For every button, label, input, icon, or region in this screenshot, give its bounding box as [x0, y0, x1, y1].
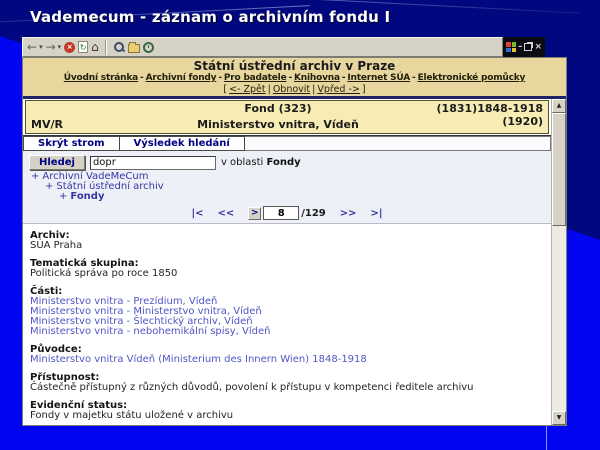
windows-logo-icon	[506, 42, 516, 52]
nav-link-internet-sua[interactable]: Internet SÚA	[347, 73, 410, 83]
web-page: Státní ústřední archiv v Praze Úvodní st…	[22, 57, 567, 426]
fond-dates: (1831)1848-1918 (1920)	[436, 102, 543, 128]
pager-prev[interactable]: <<	[217, 208, 234, 219]
section-tematicka-skupina: Tematická skupina: Politická správa po r…	[30, 258, 178, 279]
site-nav: Úvodní stránka - Archivní fondy - Pro badate…	[63, 73, 526, 83]
nav-link-uvodni-stranka[interactable]: Úvodní stránka	[64, 73, 138, 83]
tab-bar-filler	[244, 136, 551, 151]
pager-next[interactable]: >>	[340, 208, 357, 219]
search-scope-label: v oblasti Fondy	[220, 157, 301, 168]
tree-expand-icon[interactable]: +	[31, 171, 39, 182]
vertical-scrollbar[interactable]: ▲ ▼	[551, 99, 566, 425]
presentation-slide: Vademecum - záznam o archivním fondu I ←…	[0, 0, 600, 450]
back-icon[interactable]: ←	[27, 41, 37, 53]
tree-item-archiv[interactable]: + Státní ústřední archiv	[31, 182, 551, 192]
pagination: |< << > /129 >> >|	[23, 206, 551, 220]
window-controls-strip: – ×	[503, 37, 545, 57]
forward-dropdown-icon[interactable]: ▾	[58, 43, 62, 51]
site-header: Státní ústřední archiv v Praze Úvodní st…	[23, 58, 566, 96]
forward-link[interactable]: Vpřed ->	[317, 84, 360, 95]
refresh-icon[interactable]: ↻	[78, 41, 89, 53]
restore-button[interactable]	[524, 43, 533, 51]
nav-link-pro-badatele[interactable]: Pro badatele	[224, 73, 287, 83]
home-icon[interactable]: ⌂	[91, 41, 99, 53]
scrollbar-thumb[interactable]	[552, 113, 566, 226]
search-button[interactable]: Hledej	[29, 155, 85, 170]
site-title: Státní ústřední archiv v Praze	[193, 59, 396, 73]
scrollbar-track[interactable]	[552, 113, 566, 411]
browser-chrome: ← ▾ → ▾ × ↻ ⌂ – ×	[22, 37, 567, 57]
fond-code: MV/R	[31, 118, 63, 131]
tab-search-results[interactable]: Výsledek hledání	[119, 136, 245, 151]
history-nav: [<- Zpět | Obnovit | Vpřed ->]	[223, 84, 366, 95]
slide-title: Vademecum - záznam o archivním fondu I	[30, 8, 391, 26]
tree-expand-icon[interactable]: +	[59, 191, 67, 202]
pager-first[interactable]: |<	[191, 208, 203, 219]
toolbar-divider	[104, 39, 107, 55]
search-row: Hledej v oblasti Fondy	[23, 154, 551, 172]
record-detail: Archiv: SÚA Praha Tematická skupina: Pol…	[23, 224, 551, 425]
scroll-down-icon[interactable]: ▼	[552, 411, 566, 425]
search-icon[interactable]	[113, 41, 125, 53]
section-pristupnost: Přístupnost: Částečně přístupný z různýc…	[30, 372, 474, 393]
tab-bar: Skrýt strom Výsledek hledání	[23, 135, 551, 152]
casti-link[interactable]: Ministerstvo vnitra - nebohemikální spis…	[30, 327, 543, 337]
pager-last[interactable]: >|	[371, 208, 383, 219]
pager-go-button[interactable]: >	[248, 206, 262, 220]
section-casti: Části: Ministerstvo vnitra - Prezídium, …	[30, 287, 543, 337]
section-puvodce: Původce: Ministerstvo vnitra Vídeň (Mini…	[30, 345, 543, 365]
tree-item-fondy[interactable]: + Fondy	[31, 192, 551, 202]
forward-icon[interactable]: →	[46, 41, 56, 53]
search-input[interactable]	[89, 155, 216, 170]
reload-link[interactable]: Obnovit	[273, 84, 310, 95]
browser-toolbar: ← ▾ → ▾ × ↻ ⌂	[22, 37, 503, 57]
minimize-button[interactable]: –	[518, 42, 523, 52]
tree-expand-icon[interactable]: +	[45, 181, 53, 192]
section-evidencni-status: Evidenční status: Fondy v majetku státu …	[30, 400, 234, 421]
pager-page-input[interactable]	[263, 206, 300, 220]
navigation-tree: + Archivní VadeMeCum + Státní ústřední arc…	[23, 172, 551, 202]
history-icon[interactable]	[142, 41, 154, 53]
scroll-up-icon[interactable]: ▲	[552, 99, 566, 113]
stop-icon[interactable]: ×	[64, 41, 76, 53]
nav-link-archivni-fondy[interactable]: Archivní fondy	[146, 73, 217, 83]
nav-link-elektronicke-pomucky[interactable]: Elektronické pomůcky	[418, 73, 526, 83]
decorative-line	[546, 424, 547, 450]
puvodce-link[interactable]: Ministerstvo vnitra Vídeň (Ministerium d…	[30, 355, 543, 365]
back-link[interactable]: <- Zpět	[229, 84, 266, 95]
fond-name: Ministerstvo vnitra, Vídeň	[197, 118, 359, 131]
pager-total: /129	[301, 207, 326, 219]
fond-type: Fond (323)	[244, 102, 312, 115]
favorites-folder-icon[interactable]	[127, 41, 140, 53]
tab-hide-tree[interactable]: Skrýt strom	[23, 136, 120, 151]
section-archiv: Archiv: SÚA Praha	[30, 230, 83, 251]
browser-window: ← ▾ → ▾ × ↻ ⌂ – × Státní ústřední archiv…	[22, 37, 567, 426]
fond-header-box: MV/R Fond (323) Ministerstvo vnitra, Víd…	[25, 100, 549, 134]
back-dropdown-icon[interactable]: ▾	[39, 43, 43, 51]
tree-search-panel: Hledej v oblasti Fondy +Archivní VadeMeC…	[23, 152, 551, 224]
close-button[interactable]: ×	[534, 42, 542, 52]
nav-link-knihovna[interactable]: Knihovna	[294, 73, 340, 83]
